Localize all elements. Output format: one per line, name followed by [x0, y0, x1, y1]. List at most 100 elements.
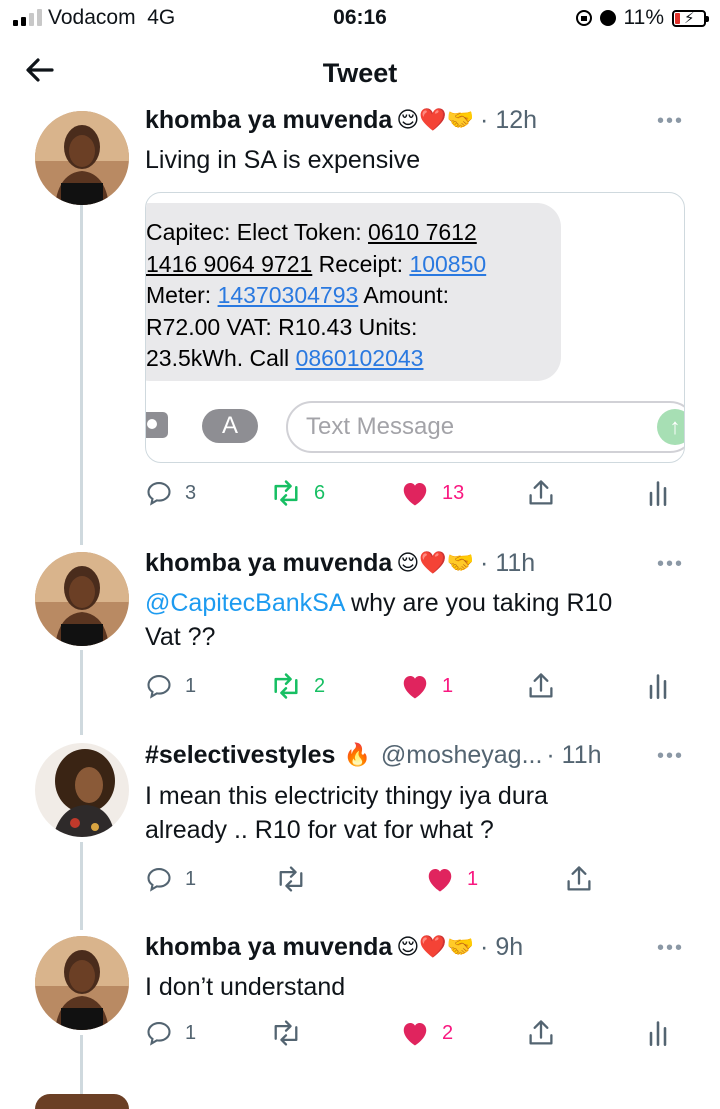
sms-text: Capitec: Elect Token: [146, 219, 369, 245]
display-name[interactable]: khomba ya muvenda [145, 933, 392, 962]
more-options-icon[interactable]: ••• [657, 937, 684, 960]
avatar[interactable] [35, 552, 129, 646]
reply-button[interactable]: 1 [145, 1015, 196, 1051]
mention-link[interactable]: @CapitecBankSA [145, 589, 344, 617]
more-options-icon[interactable]: ••• [657, 110, 684, 133]
heart-icon [403, 483, 427, 506]
tweet-text: Living in SA is expensive [145, 146, 421, 174]
more-options-icon[interactable]: ••• [657, 553, 684, 576]
display-name[interactable]: khomba ya muvenda [145, 549, 392, 578]
share-icon [529, 1020, 553, 1045]
retweet-count: 6 [314, 481, 326, 504]
avatar[interactable] [35, 111, 129, 205]
retweet-icon [274, 480, 298, 506]
like-button[interactable]: 1 [425, 861, 478, 897]
header: Tweet [0, 44, 720, 104]
avatar[interactable] [35, 1094, 129, 1109]
reply-icon [147, 868, 171, 892]
like-button[interactable]: 2 [400, 1015, 453, 1051]
retweet-count: 2 [314, 674, 326, 697]
thread-connector [80, 1035, 83, 1095]
sms-meter-link: 14370304793 [217, 282, 359, 308]
share-button[interactable] [527, 668, 555, 704]
reply-count: 3 [185, 481, 197, 504]
tweet-text: I mean this electricity thingy iya dura … [145, 779, 548, 847]
retweet-button[interactable] [275, 861, 319, 897]
sms-token: 1416 9064 9721 [146, 250, 313, 277]
analytics-icon [649, 674, 667, 699]
reply-button[interactable]: 1 [145, 861, 196, 897]
sms-message-bubble: Capitec: Elect Token: 0610 7612 1416 906… [146, 203, 561, 381]
name-emoji: 😌❤️🤝 [396, 935, 475, 960]
reply-icon [147, 482, 171, 506]
sms-text: Meter: [146, 282, 218, 308]
retweet-icon [279, 866, 303, 892]
thread-connector [80, 650, 83, 735]
reply-icon [147, 675, 171, 699]
share-button[interactable] [527, 1015, 555, 1051]
share-icon [567, 866, 591, 891]
share-button[interactable] [527, 475, 555, 511]
share-icon [529, 480, 553, 505]
tweet-actions: 1 2 [145, 1015, 685, 1051]
orientation-lock-icon [575, 10, 592, 26]
avatar[interactable] [35, 936, 129, 1030]
like-button[interactable]: 13 [400, 475, 464, 511]
more-options-icon[interactable]: ••• [657, 745, 684, 768]
like-button[interactable]: 1 [400, 668, 453, 704]
tweet-text-line: Vat ?? [145, 623, 216, 651]
tweet-actions: 1 1 [145, 861, 685, 897]
tweet-text: @CapitecBankSA why are you taking R10 Va… [145, 586, 612, 654]
name-emoji: 😌❤️🤝 [396, 108, 475, 133]
heart-icon [403, 1023, 427, 1046]
battery-icon: ⚡ [672, 9, 709, 27]
heart-icon [428, 869, 452, 892]
name-emoji: 🔥 [343, 743, 371, 768]
analytics-button[interactable] [647, 475, 669, 511]
alarm-icon [599, 10, 616, 26]
tweet-header: khomba ya muvenda 😌❤️🤝 · 11h [145, 549, 535, 578]
share-icon [529, 673, 553, 698]
reply-button[interactable]: 3 [145, 475, 196, 511]
tweet-header: khomba ya muvenda 😌❤️🤝 · 9h [145, 933, 523, 962]
analytics-icon [649, 1021, 667, 1046]
reply-count: 1 [185, 867, 197, 890]
retweet-button[interactable] [270, 1015, 314, 1051]
sms-phone-link: 0860102043 [295, 345, 424, 371]
user-handle[interactable]: @mosheyag... [381, 741, 543, 770]
tweet-time[interactable]: · 11h [480, 549, 535, 578]
display-name[interactable]: #selectivestyles [145, 741, 335, 770]
tweet-actions: 3 6 13 [145, 475, 685, 511]
retweet-button[interactable]: 6 [270, 475, 325, 511]
like-count: 2 [442, 1021, 454, 1044]
tweet-text-line: why are you taking R10 [344, 589, 613, 617]
tweet-time[interactable]: · 12h [480, 106, 537, 135]
avatar[interactable] [35, 743, 129, 837]
status-right: 11% ⚡ [575, 6, 709, 30]
tweet-header: khomba ya muvenda 😌❤️🤝 · 12h [145, 106, 537, 135]
tweet-time[interactable]: · 11h [546, 741, 601, 770]
share-button[interactable] [565, 861, 593, 897]
like-count: 13 [442, 481, 465, 504]
analytics-button[interactable] [647, 668, 669, 704]
like-count: 1 [442, 674, 454, 697]
tweet-actions: 1 2 1 [145, 668, 685, 704]
app-store-icon: A [202, 409, 258, 443]
analytics-button[interactable] [647, 1015, 669, 1051]
sms-composer: A Text Message ↑ [146, 398, 684, 454]
battery-percent: 11% [623, 6, 664, 29]
camera-icon [146, 412, 168, 438]
tweet-media-image[interactable]: Capitec: Elect Token: 0610 7612 1416 906… [145, 192, 685, 463]
sms-text: R72.00 VAT: R10.43 Units: [146, 313, 418, 340]
display-name[interactable]: khomba ya muvenda [145, 106, 392, 135]
retweet-button[interactable]: 2 [270, 668, 325, 704]
analytics-icon [649, 481, 667, 506]
retweet-icon [274, 1020, 298, 1046]
tweet-time[interactable]: · 9h [480, 933, 523, 962]
thread-connector [80, 205, 83, 545]
sms-token: 0610 7612 [368, 219, 477, 245]
tweet-text-line: I mean this electricity thingy iya dura [145, 782, 548, 810]
sms-text: Receipt: [312, 250, 410, 277]
reply-icon [147, 1022, 171, 1046]
reply-button[interactable]: 1 [145, 668, 196, 704]
